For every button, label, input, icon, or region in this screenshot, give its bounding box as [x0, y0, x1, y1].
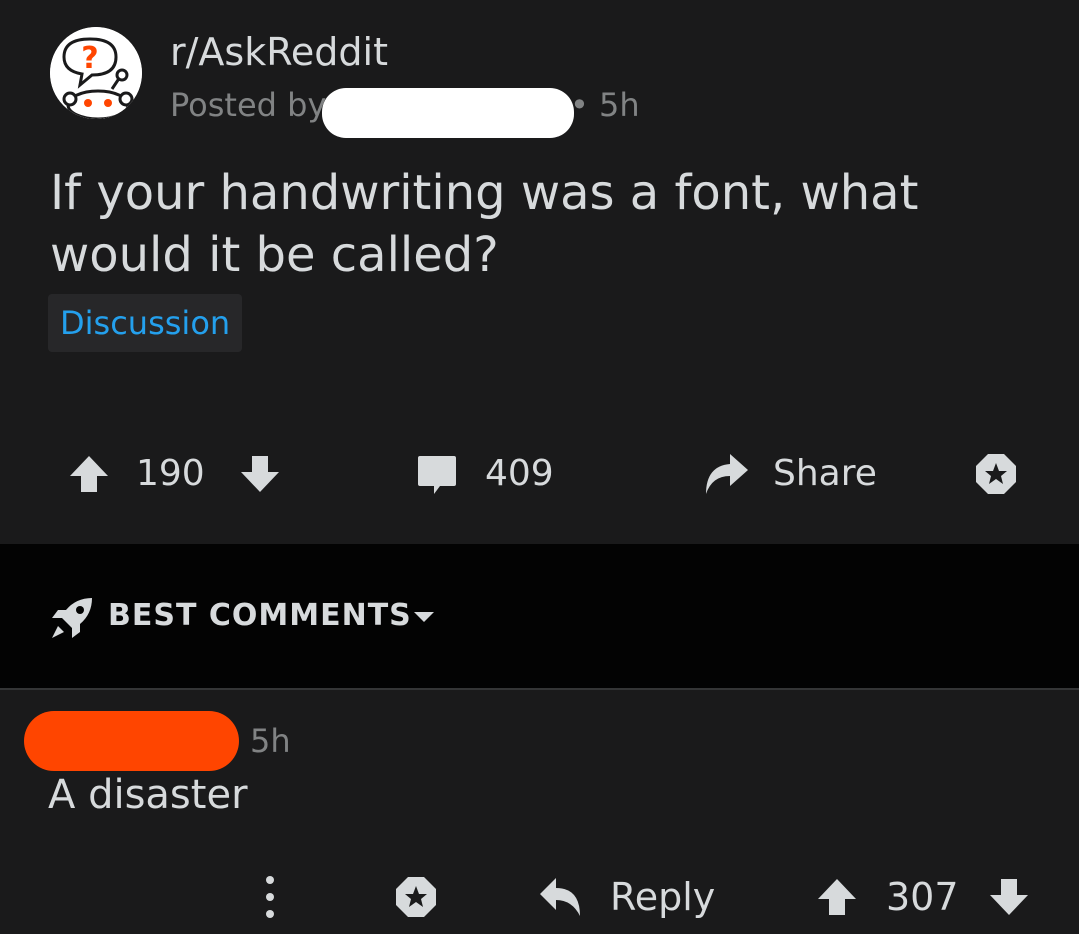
arrow-down-icon[interactable] [239, 454, 281, 494]
post-action-bar: 190 409 Share [0, 440, 1079, 508]
post-flair[interactable]: Discussion [48, 294, 243, 352]
more-vertical-icon[interactable] [262, 874, 278, 920]
caret-down-icon[interactable] [412, 610, 436, 624]
post-title[interactable]: If your handwriting was a font, what wou… [50, 162, 1010, 286]
share-arrow-icon[interactable] [702, 452, 750, 496]
svg-text:?: ? [81, 41, 98, 76]
rocket-icon[interactable] [50, 596, 94, 640]
award-icon[interactable] [972, 450, 1020, 498]
comment: 5h A disaster Reply 307 [0, 690, 1079, 934]
award-icon[interactable] [392, 873, 440, 921]
arrow-up-icon[interactable] [816, 876, 858, 918]
redacted-username [322, 88, 574, 138]
sort-label[interactable]: BEST COMMENTS [108, 544, 412, 688]
comment-bubble-icon[interactable] [416, 454, 458, 496]
post-score: 190 [136, 453, 205, 494]
subreddit-name[interactable]: r/AskReddit [170, 30, 388, 74]
comment-sort-bar: BEST COMMENTS [0, 544, 1079, 688]
subreddit-avatar[interactable]: ? [50, 27, 142, 119]
askreddit-snoo-icon: ? [50, 27, 142, 119]
reply-button[interactable]: Reply [610, 862, 715, 932]
arrow-down-icon[interactable] [988, 876, 1030, 918]
redacted-commenter [24, 711, 239, 771]
comment-score: 307 [886, 875, 959, 919]
share-button[interactable]: Share [773, 440, 877, 508]
arrow-up-icon[interactable] [68, 454, 110, 494]
comment-timestamp: 5h [250, 722, 291, 760]
comment-body: A disaster [48, 772, 248, 818]
comment-action-bar: Reply 307 [0, 862, 1079, 932]
posted-by-label: Posted by [170, 86, 327, 124]
reply-arrow-icon[interactable] [538, 876, 584, 918]
comment-count[interactable]: 409 [485, 440, 554, 508]
post-card: ? r/AskReddit Posted by • 5h If your han… [0, 0, 1079, 544]
post-timestamp: • 5h [570, 86, 640, 124]
